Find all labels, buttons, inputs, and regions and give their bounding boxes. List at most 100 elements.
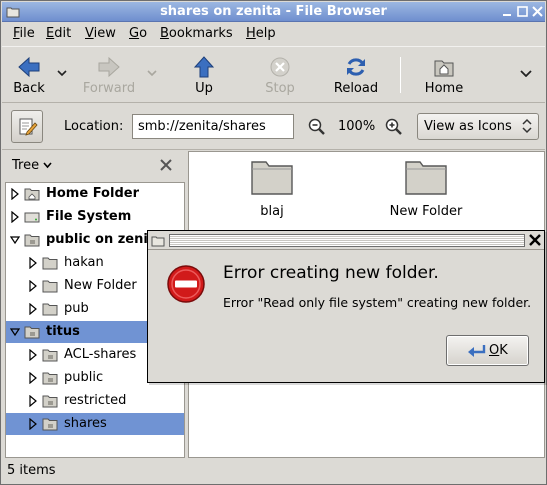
- back-history-chevron-icon[interactable]: [57, 69, 67, 77]
- reload-icon: [347, 58, 365, 76]
- maximize-button[interactable]: [516, 5, 529, 18]
- forward-button[interactable]: Forward: [78, 49, 140, 101]
- sidebar-type-label: Tree: [12, 158, 40, 173]
- tree-item-label: pub: [64, 301, 89, 316]
- expander-collapsed-icon[interactable]: [10, 211, 20, 223]
- toolbar-overflow-chevron-icon[interactable]: [520, 69, 532, 77]
- close-button[interactable]: [531, 5, 544, 18]
- chevron-down-icon: [43, 162, 52, 169]
- menu-file[interactable]: File: [13, 26, 35, 41]
- tree-item-label: titus: [46, 324, 80, 339]
- ok-label: OK: [489, 343, 508, 358]
- menu-edit[interactable]: Edit: [46, 26, 71, 41]
- stop-button[interactable]: Stop: [258, 49, 302, 101]
- view-mode-value: View as Icons: [424, 119, 512, 134]
- menu-bookmarks[interactable]: Bookmarks: [160, 26, 233, 41]
- reload-label: Reload: [333, 81, 379, 96]
- folder-icon: [251, 161, 293, 195]
- tree-item[interactable]: shares: [6, 413, 184, 435]
- tree-item[interactable]: File System: [6, 206, 184, 228]
- tree-item-label: ACL-shares: [64, 347, 137, 362]
- zoom-out-icon[interactable]: [308, 118, 326, 136]
- tree-item-label: shares: [64, 416, 107, 431]
- file-item[interactable]: blaj: [229, 152, 315, 224]
- enter-arrow-icon: [468, 345, 486, 357]
- expander-collapsed-icon[interactable]: [28, 257, 38, 269]
- toolbar: Back Forward Up Stop Reload Home: [2, 46, 545, 103]
- expander-collapsed-icon[interactable]: [28, 372, 38, 384]
- window-title: shares on zenita - File Browser: [160, 4, 387, 19]
- zoom-level: 100%: [338, 119, 376, 134]
- network-folder-icon: [42, 372, 58, 385]
- reload-button[interactable]: Reload: [330, 49, 382, 101]
- menu-help[interactable]: Help: [246, 26, 276, 41]
- view-mode-select[interactable]: View as Icons: [417, 113, 539, 140]
- location-bar: Location: 100% View as Icons: [2, 104, 545, 150]
- minimize-icon: [503, 14, 511, 16]
- error-dialog: Error creating new folder. Error "Read o…: [147, 230, 545, 383]
- forward-arrow-icon: [98, 56, 120, 78]
- toggle-location-entry-button[interactable]: [11, 110, 43, 143]
- folder-icon: [42, 257, 58, 270]
- location-input[interactable]: [132, 114, 294, 139]
- back-label: Back: [13, 81, 45, 96]
- minimize-button[interactable]: [501, 5, 514, 18]
- home-button[interactable]: Home: [418, 49, 470, 101]
- up-label: Up: [195, 81, 213, 96]
- home-icon: [434, 60, 454, 77]
- file-item[interactable]: New Folder: [378, 152, 474, 224]
- expander-collapsed-icon[interactable]: [28, 303, 38, 315]
- dialog-heading: Error creating new folder.: [223, 263, 439, 283]
- back-arrow-icon: [18, 56, 40, 78]
- expander-expanded-icon[interactable]: [10, 234, 20, 246]
- error-icon: [167, 265, 205, 303]
- dialog-title-bar[interactable]: [148, 231, 544, 250]
- file-name: New Folder: [389, 204, 463, 219]
- item-count: 5 items: [7, 463, 56, 478]
- back-button[interactable]: Back: [6, 49, 52, 101]
- close-icon[interactable]: [528, 233, 542, 247]
- expander-collapsed-icon[interactable]: [28, 418, 38, 430]
- status-bar: 5 items: [2, 459, 545, 484]
- file-browser-window: shares on zenita - File Browser File Edi…: [0, 0, 547, 485]
- close-sidebar-icon[interactable]: [158, 157, 174, 173]
- toolbar-separator: [400, 57, 401, 93]
- title-bar[interactable]: shares on zenita - File Browser: [2, 2, 545, 22]
- edit-note-icon: [19, 118, 38, 136]
- file-name: blaj: [260, 204, 284, 219]
- network-folder-icon: [42, 349, 58, 362]
- tree-item-label: restricted: [64, 393, 127, 408]
- network-folder-icon: [24, 234, 40, 247]
- up-button[interactable]: Up: [182, 49, 226, 101]
- drive-icon: [24, 212, 40, 223]
- expander-collapsed-icon[interactable]: [28, 395, 38, 407]
- menu-go[interactable]: Go: [129, 26, 147, 41]
- tree-item-label: hakan: [64, 255, 104, 270]
- sidebar-type-selector[interactable]: Tree: [12, 158, 52, 173]
- dialog-title-grip: [169, 234, 525, 247]
- expander-collapsed-icon[interactable]: [28, 349, 38, 361]
- network-folder-icon: [24, 326, 40, 339]
- tree-item-label: File System: [46, 209, 132, 224]
- close-icon: [532, 6, 543, 17]
- expander-collapsed-icon[interactable]: [10, 188, 20, 200]
- ok-button[interactable]: OK: [446, 335, 529, 366]
- expander-collapsed-icon[interactable]: [28, 280, 38, 292]
- zoom-in-icon[interactable]: [385, 118, 403, 136]
- up-arrow-icon: [193, 56, 215, 78]
- tree-item[interactable]: restricted: [6, 390, 184, 412]
- updown-chevron-icon: [522, 118, 532, 134]
- forward-history-chevron-icon[interactable]: [147, 69, 157, 77]
- folder-icon: [405, 161, 447, 195]
- location-label: Location:: [64, 119, 124, 134]
- tree-item-label: public: [64, 370, 104, 385]
- menu-view[interactable]: View: [85, 26, 116, 41]
- maximize-icon: [517, 6, 528, 17]
- folder-icon: [42, 280, 58, 293]
- home-folder-icon: [24, 188, 40, 201]
- folder-icon: [42, 303, 58, 316]
- expander-expanded-icon[interactable]: [10, 326, 20, 338]
- tree-item[interactable]: Home Folder: [6, 183, 184, 205]
- stop-label: Stop: [265, 81, 295, 96]
- stop-icon: [270, 57, 290, 77]
